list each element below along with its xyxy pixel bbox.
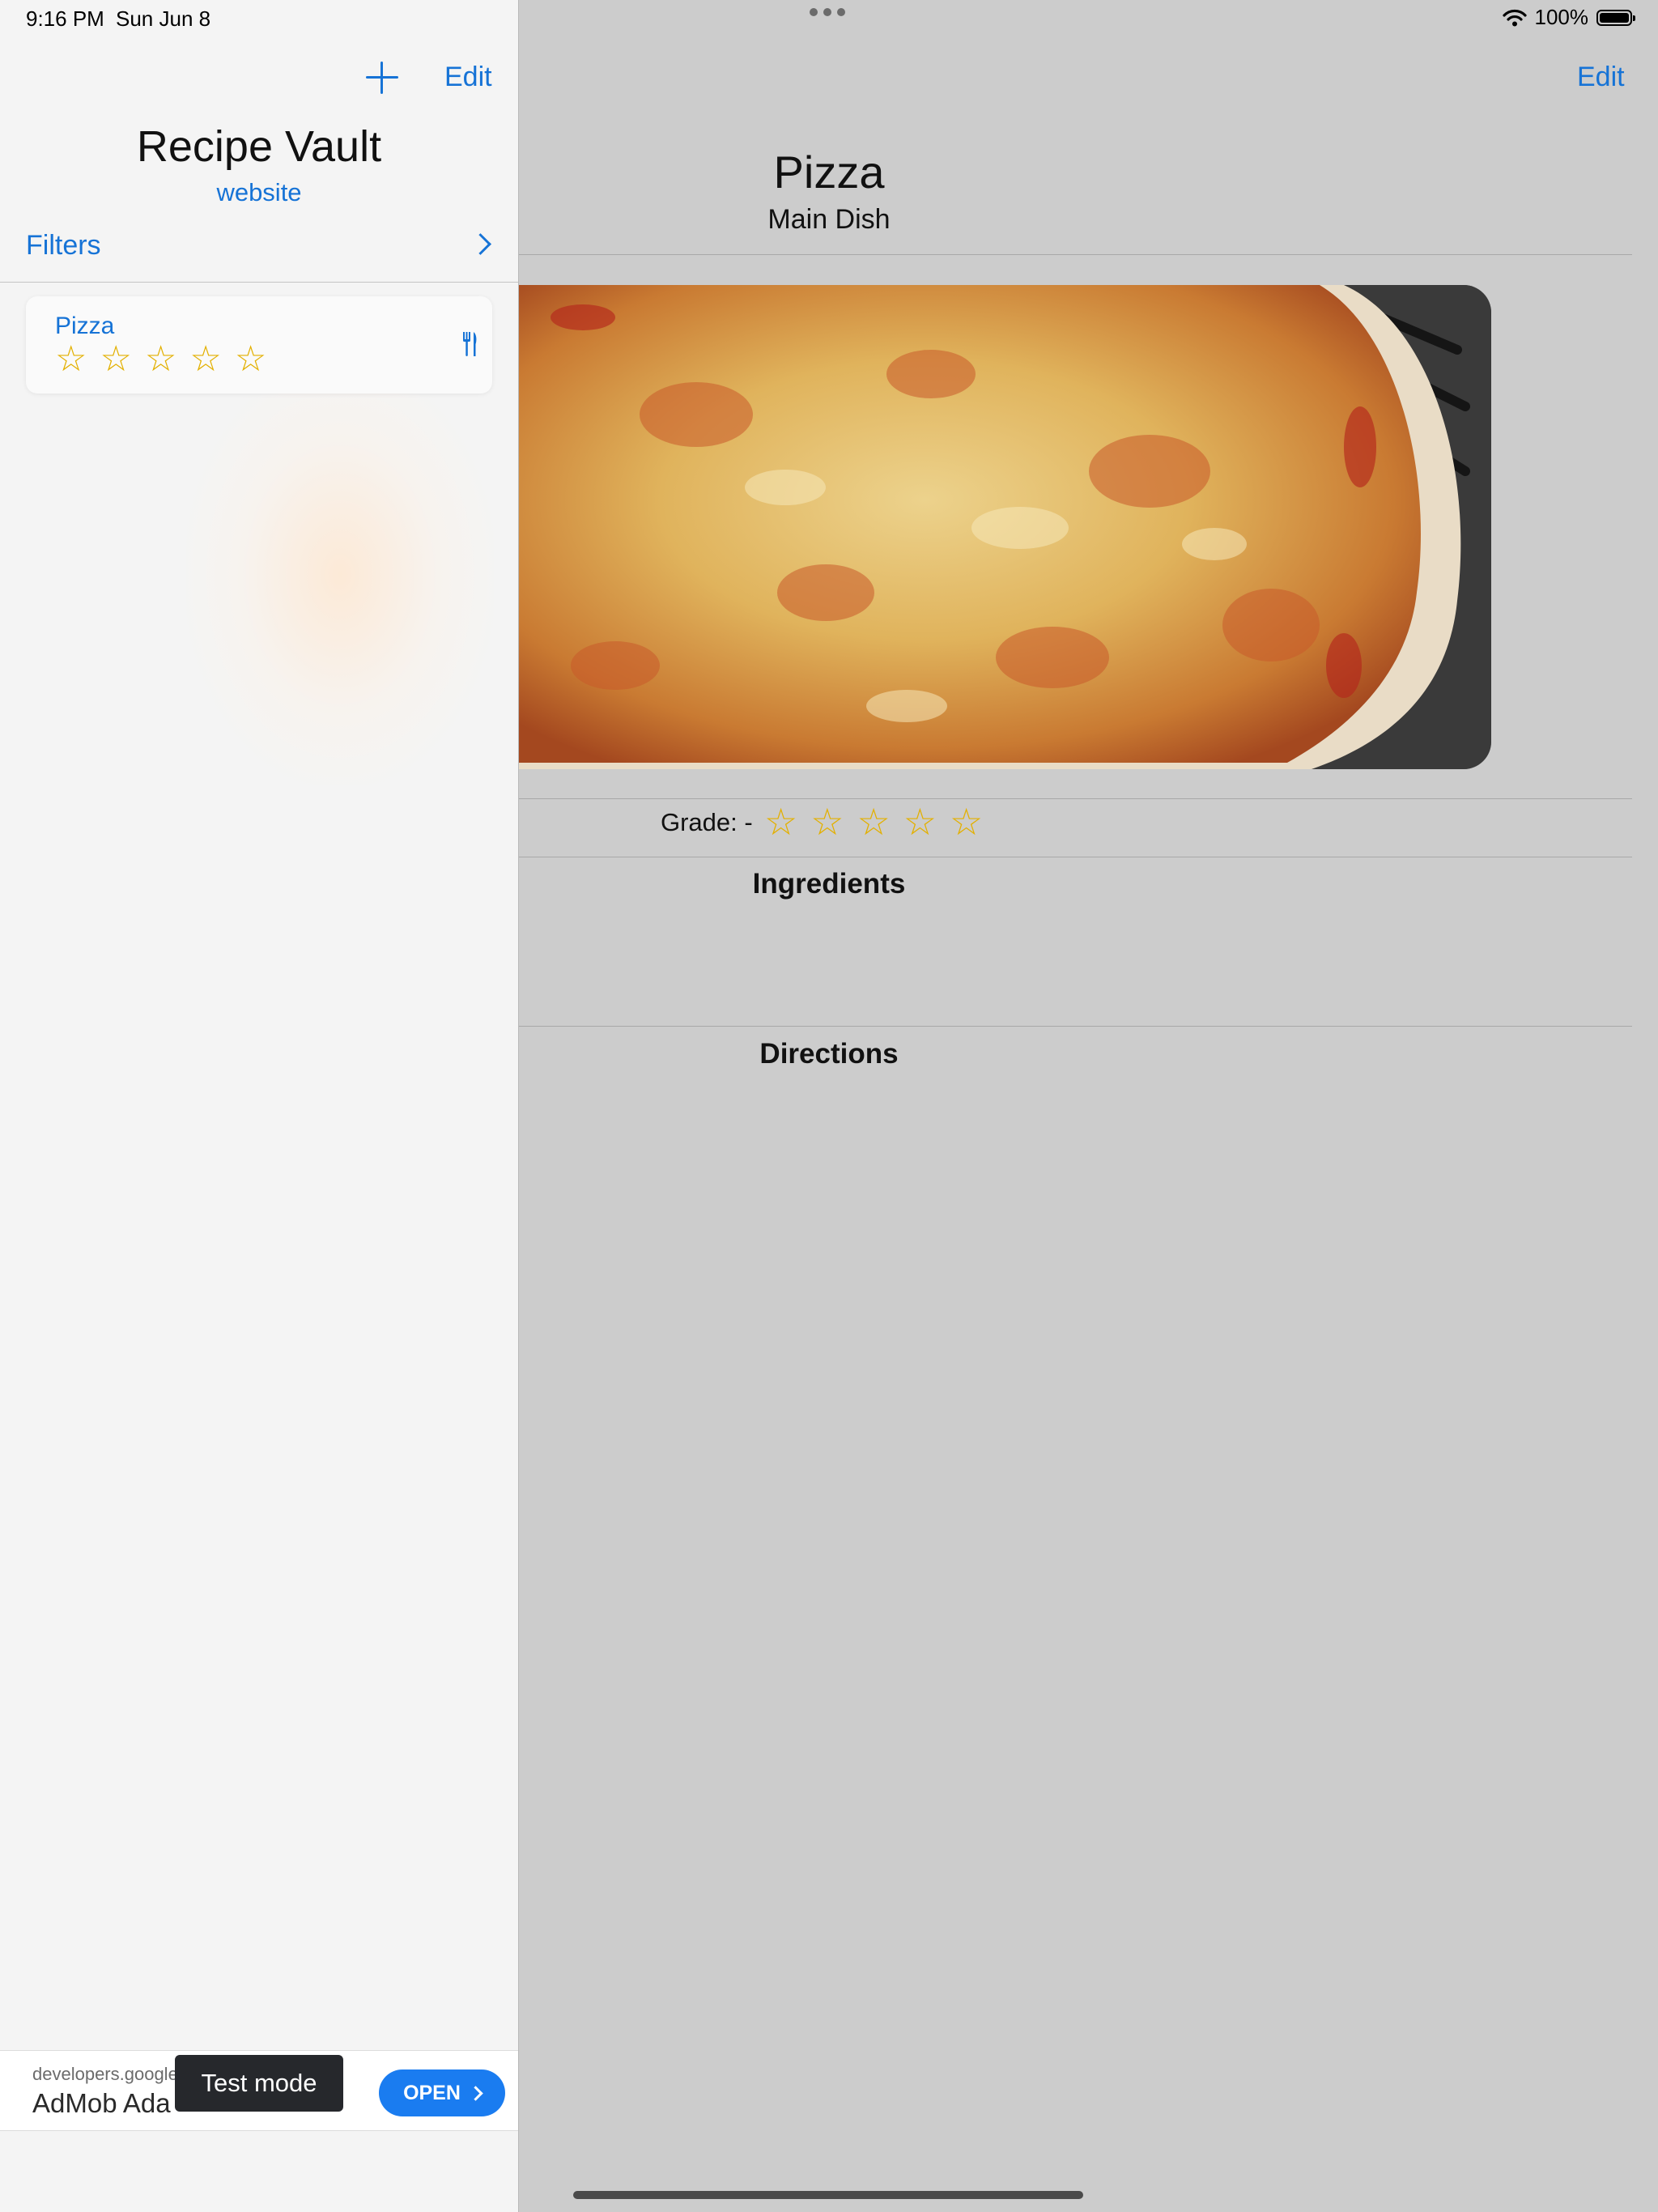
- star-icon[interactable]: ☆: [950, 802, 983, 842]
- grade-label: Grade: -: [661, 808, 753, 836]
- divider: [518, 1026, 1632, 1027]
- ingredients-heading: Ingredients: [752, 868, 906, 900]
- ad-open-button[interactable]: OPEN: [379, 2069, 505, 2116]
- ad-domain: developers.google: [32, 2064, 178, 2084]
- app-title: Recipe Vault: [136, 122, 382, 171]
- grade-rating[interactable]: ☆ ☆ ☆ ☆ ☆: [764, 802, 983, 842]
- fork-knife-icon: [463, 332, 477, 356]
- website-link[interactable]: website: [0, 178, 518, 207]
- filters-row[interactable]: Filters: [0, 223, 518, 283]
- star-icon[interactable]: ☆: [903, 802, 937, 842]
- open-label: OPEN: [403, 2081, 461, 2104]
- recipe-category: Main Dish: [767, 204, 891, 235]
- recipe-name: Pizza: [55, 313, 115, 339]
- wifi-icon: [1502, 9, 1527, 26]
- star-icon[interactable]: ☆: [857, 802, 891, 842]
- status-time: 9:16 PM: [26, 6, 104, 31]
- star-icon[interactable]: ☆: [810, 802, 844, 842]
- ad-title: AdMob Ada: [32, 2088, 171, 2118]
- multitasking-dots-icon[interactable]: [810, 8, 845, 16]
- directions-heading: Directions: [759, 1038, 899, 1070]
- add-recipe-button[interactable]: [363, 58, 402, 97]
- recipe-rating: ☆ ☆ ☆ ☆ ☆: [55, 340, 266, 379]
- recipe-photo: [518, 285, 1491, 769]
- sidebar-edit-button[interactable]: Edit: [444, 62, 492, 93]
- home-indicator[interactable]: [573, 2191, 1083, 2199]
- chevron-right-icon: [468, 2085, 483, 2101]
- divider: [518, 254, 1632, 255]
- recipe-list-item[interactable]: Pizza ☆ ☆ ☆ ☆ ☆: [26, 296, 492, 393]
- filters-label[interactable]: Filters: [26, 230, 101, 262]
- divider: [518, 798, 1632, 799]
- detail-edit-button[interactable]: Edit: [1577, 62, 1625, 93]
- star-icon: ☆: [189, 339, 222, 379]
- pizza-photo: [518, 285, 1491, 769]
- sidebar-background-glow: [186, 364, 494, 785]
- battery-icon: [1596, 9, 1635, 26]
- status-bar: 9:16 PM Sun Jun 8 100%: [0, 0, 1658, 39]
- test-mode-label: Test mode: [175, 2055, 343, 2112]
- star-icon: ☆: [100, 339, 132, 379]
- status-indicators: 100%: [1502, 5, 1635, 30]
- battery-percent: 100%: [1534, 5, 1589, 29]
- status-date: Sun Jun 8: [116, 6, 211, 31]
- star-icon: ☆: [144, 339, 177, 379]
- sidebar: Edit Recipe Vault website Filters Pizza …: [0, 0, 519, 2212]
- star-icon: ☆: [234, 339, 267, 379]
- star-icon: ☆: [55, 339, 87, 379]
- star-icon[interactable]: ☆: [764, 802, 797, 842]
- chevron-right-icon[interactable]: [470, 233, 491, 255]
- recipe-title: Pizza: [773, 147, 885, 198]
